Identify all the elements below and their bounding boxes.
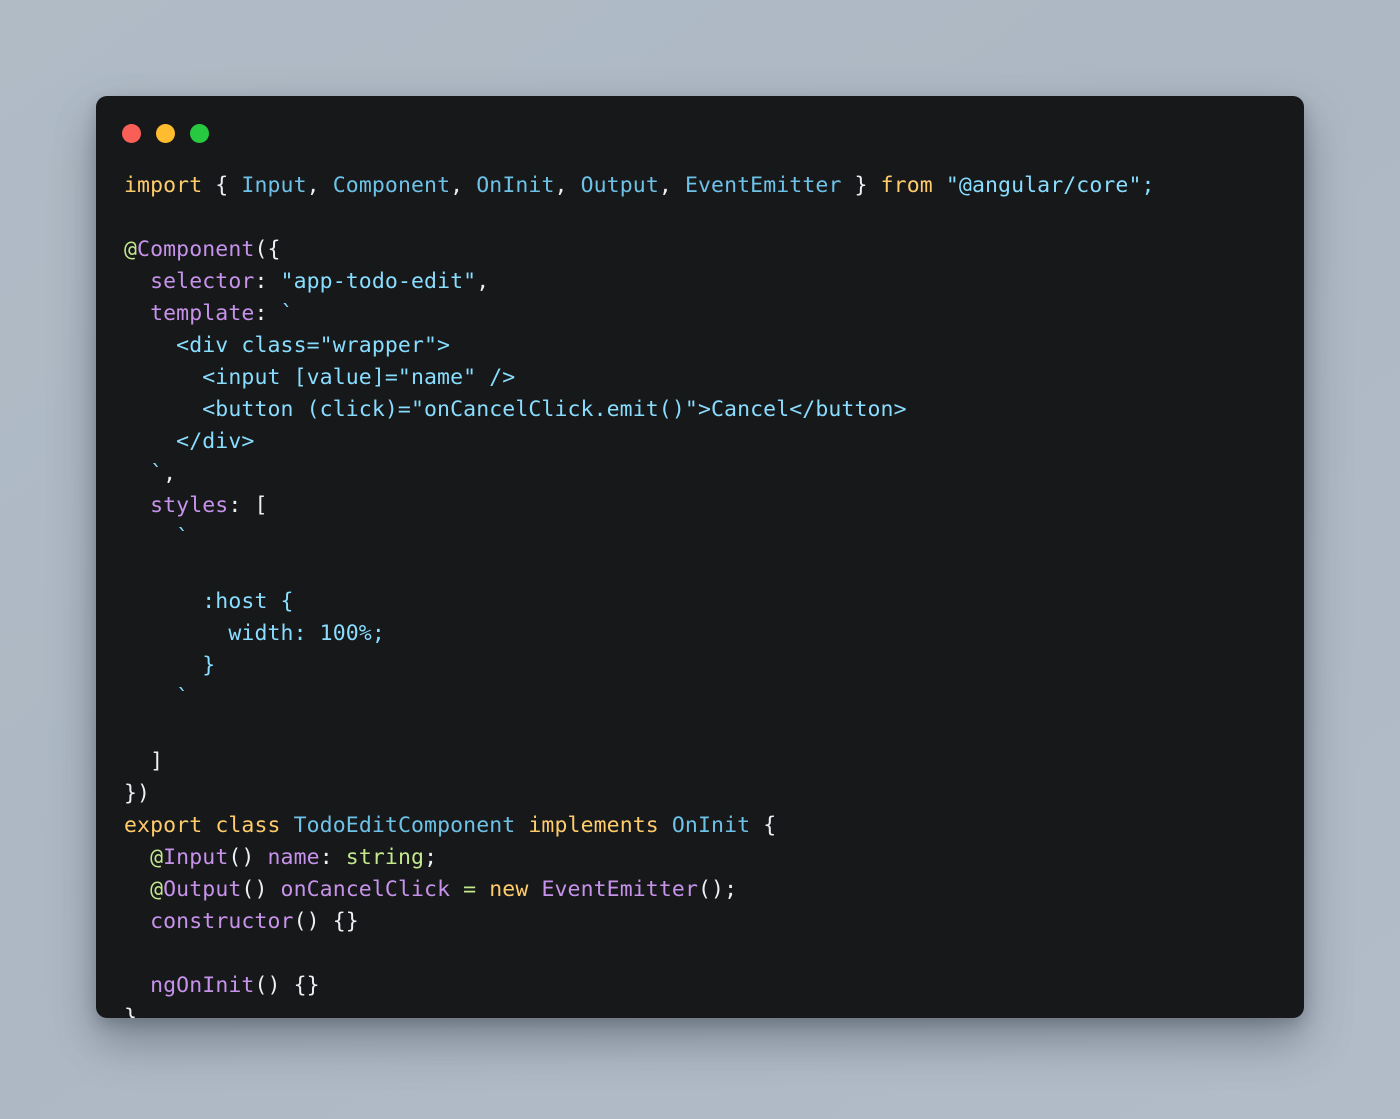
token-comma-3: , — [554, 173, 581, 198]
token-import-component: Component — [332, 173, 451, 198]
token-component-open: ({ — [254, 237, 281, 262]
token-class-name: TodoEditComponent — [293, 813, 516, 838]
minimize-button[interactable] — [156, 123, 175, 143]
token-comma-1: , — [306, 173, 333, 198]
token-interface-oninit: OnInit — [671, 813, 751, 838]
token-ngoninit-body: () {} — [254, 973, 320, 998]
token-comma-template: , — [163, 461, 177, 486]
token-colon-styles: : — [228, 493, 255, 518]
token-import-input: Input — [241, 173, 307, 198]
token-css-width-decl: width: 100%; — [124, 621, 385, 646]
token-ngoninit-name: ngOnInit — [150, 973, 255, 998]
token-css-host-selector: :host { — [124, 589, 294, 614]
token-input-parens: () — [228, 845, 268, 870]
token-comma-2: , — [450, 173, 477, 198]
token-decorator-output: Output — [163, 877, 242, 902]
token-import-oninit: OnInit — [476, 173, 555, 198]
token-constructor-name: constructor — [150, 909, 294, 934]
token-class-close-brace: } — [124, 1005, 138, 1018]
token-import-output: Output — [580, 173, 659, 198]
token-close-brace: } — [841, 173, 881, 198]
token-decorator-component: Component — [137, 237, 255, 262]
close-button[interactable] — [122, 123, 141, 143]
token-eventemitter-tail: (); — [697, 877, 738, 902]
token-styles-close-backtick: ` — [124, 685, 190, 710]
token-template-div-close: </div> — [124, 429, 255, 454]
token-template-button: <button (click)="onCancelClick.emit()">C… — [124, 397, 907, 422]
token-type-string: string — [345, 845, 425, 870]
token-template-close-backtick: ` — [124, 461, 164, 486]
token-key-selector: selector — [124, 269, 255, 294]
token-decorator-sigil-output: @ — [150, 877, 164, 902]
token-comma-selector: , — [476, 269, 490, 294]
token-import-keyword: import — [124, 173, 203, 198]
token-assign-operator: = — [463, 877, 477, 902]
token-value-selector: "app-todo-edit" — [280, 269, 477, 294]
token-decorator-input: Input — [163, 845, 229, 870]
token-key-styles: styles — [124, 493, 229, 518]
token-decorator-sigil-input: @ — [150, 845, 164, 870]
token-colon-name: : — [319, 845, 346, 870]
token-from-keyword: from — [880, 173, 933, 198]
token-decorator-sigil-component: @ — [124, 237, 138, 262]
token-new-keyword: new — [489, 877, 529, 902]
token-class-keyword: class — [215, 813, 281, 838]
token-semicolon-name: ; — [424, 845, 438, 870]
token-implements-keyword: implements — [528, 813, 659, 838]
token-comma-4: , — [658, 173, 685, 198]
token-import-eventemitter: EventEmitter — [684, 173, 842, 198]
token-styles-open-bracket: [ — [254, 493, 268, 518]
code-editor-area[interactable]: import { Input, Component, OnInit, Outpu… — [96, 170, 1304, 1018]
token-eventemitter-ctor: EventEmitter — [541, 877, 698, 902]
token-component-close: }) — [124, 781, 151, 806]
token-colon-selector: : — [254, 269, 281, 294]
token-styles-open-backtick: ` — [124, 525, 190, 550]
source-code: import { Input, Component, OnInit, Outpu… — [124, 170, 1278, 1018]
window-titlebar — [96, 96, 1304, 170]
token-export-keyword: export — [124, 813, 203, 838]
token-class-open-brace: { — [763, 813, 777, 838]
token-property-oncancelclick: onCancelClick — [280, 877, 451, 902]
token-template-input: <input [value]="name" /> — [124, 365, 516, 390]
code-window: import { Input, Component, OnInit, Outpu… — [96, 96, 1304, 1018]
token-property-name: name — [267, 845, 320, 870]
token-template-open-backtick: ` — [280, 301, 294, 326]
token-module-path: "@angular/core"; — [932, 173, 1155, 198]
token-key-template: template — [124, 301, 255, 326]
token-open-brace: { — [202, 173, 242, 198]
token-template-div-open: <div class="wrapper"> — [124, 333, 451, 358]
token-constructor-body: () {} — [293, 909, 359, 934]
maximize-button[interactable] — [190, 123, 209, 143]
token-output-parens: () — [241, 877, 281, 902]
token-css-close-brace: } — [124, 653, 216, 678]
token-colon-template: : — [254, 301, 281, 326]
token-styles-close-bracket: ] — [124, 749, 164, 774]
